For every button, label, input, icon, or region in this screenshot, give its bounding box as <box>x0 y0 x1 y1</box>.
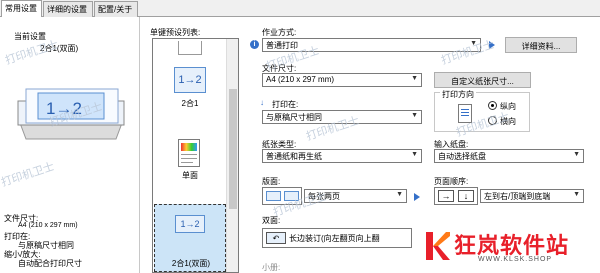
orientation-label: 打印方向 <box>440 89 476 100</box>
tab-bar: 常用设置 详细的设置 配置/关于 <box>0 0 600 18</box>
preset-item-label: 2合1 <box>181 99 199 108</box>
two-in-one-duplex-icon: 1→2 <box>175 215 205 233</box>
layout-select[interactable]: 每张两页 ▼ <box>304 189 407 203</box>
preset-item-2in1[interactable]: 1→2 2合1 <box>154 63 226 133</box>
layout-label: 版面: <box>262 177 281 186</box>
expand-arrow-icon[interactable] <box>489 41 495 49</box>
paper-size-value: A4 (210 x 297 mm) <box>266 75 335 84</box>
portrait-page-icon <box>458 104 472 123</box>
chevron-down-icon: ▼ <box>396 191 403 198</box>
preset-item-blank[interactable] <box>154 41 226 59</box>
tab-detailed-settings[interactable]: 详细的设置 <box>43 1 93 17</box>
chevron-down-icon: ▼ <box>573 151 580 158</box>
page-order-label: 页面顺序: <box>434 177 469 186</box>
preset-list-title: 单键预设列表: <box>150 28 201 37</box>
brand-url: WWW.KLSK.SHOP <box>478 256 553 263</box>
duplex-label: 双面: <box>262 216 281 225</box>
duplex-long-edge-icon: ↶ <box>266 232 286 244</box>
chevron-down-icon: ▼ <box>411 75 418 82</box>
preset-item-single[interactable]: 单面 <box>154 133 226 203</box>
preset-item-label: 2合1(双面) <box>171 259 211 268</box>
landscape-label: 横向 <box>500 117 516 126</box>
duplex-value: 长边装订(向左翻页向上翻 <box>289 234 380 243</box>
tab-common-settings[interactable]: 常用设置 <box>1 0 42 18</box>
brand-k-icon <box>426 232 450 260</box>
brand-logo: 狂岚软件站 WWW.KLSK.SHOP <box>418 222 600 273</box>
svg-text:1→2: 1→2 <box>46 99 82 118</box>
page-order-value: 左到右/顶端到底端 <box>484 192 551 201</box>
layout-value: 每张两页 <box>308 192 340 201</box>
portrait-label: 纵向 <box>500 102 516 111</box>
preset-list-scrollbar[interactable] <box>226 39 238 272</box>
job-select[interactable]: 普通打印 ▼ <box>262 38 481 52</box>
paper-source-select[interactable]: 自动选择纸盘 ▼ <box>434 149 584 163</box>
preset-name: 2合1(双面) <box>40 44 79 53</box>
job-label: 作业方式: <box>262 28 297 37</box>
preset-item-label: 单面 <box>182 171 198 180</box>
paper-size-select[interactable]: A4 (210 x 297 mm) ▼ <box>262 73 422 87</box>
summary-paper-size-value: A4 (210 x 297 mm) <box>18 222 78 229</box>
layout-two-per-page-icon <box>262 187 302 205</box>
blank-page-icon <box>178 41 202 55</box>
single-sided-icon <box>178 139 200 167</box>
duplex-select[interactable]: ↶ 长边装订(向左翻页向上翻 <box>262 228 412 248</box>
print-on-value: 与原稿尺寸相同 <box>266 113 322 122</box>
preset-list[interactable]: 1→2 2合1 单面 1→2 2合1(双面) <box>152 38 239 273</box>
layout-preview: 1→2 <box>16 83 126 147</box>
summary-scale-value: 自动配合打印尺寸 <box>18 259 82 268</box>
paper-type-select[interactable]: 普通纸和再生纸 ▼ <box>262 149 422 163</box>
print-on-label: 打印在: <box>272 100 299 109</box>
info-icon[interactable]: i <box>250 40 259 49</box>
landscape-radio[interactable] <box>488 116 497 125</box>
chevron-down-icon: ▼ <box>411 112 418 119</box>
page-order-select[interactable]: 左到右/顶端到底端 ▼ <box>480 189 584 203</box>
print-on-arrow-icon: ↓ <box>260 98 264 107</box>
job-value: 普通打印 <box>266 41 298 50</box>
custom-paper-size-button[interactable]: 自定义纸张尺寸... <box>434 72 531 88</box>
chevron-down-icon: ▼ <box>573 191 580 198</box>
two-in-one-icon: 1→2 <box>174 67 206 93</box>
chevron-down-icon: ▼ <box>470 40 477 47</box>
page-order-icon: → ↓ <box>434 187 478 205</box>
paper-source-value: 自动选择纸盘 <box>438 152 486 161</box>
preset-item-2in1-duplex[interactable]: 1→2 2合1(双面) <box>154 204 226 272</box>
scrollbar-thumb[interactable] <box>229 89 237 209</box>
duplex-preview-icon: 1→2 <box>17 88 125 140</box>
details-button[interactable]: 详细资料... <box>505 37 577 53</box>
booklet-label: 小册: <box>262 263 281 272</box>
current-settings-label: 当前设置 <box>14 32 46 41</box>
paper-type-value: 普通纸和再生纸 <box>266 152 322 161</box>
expand-arrow-icon[interactable] <box>414 193 420 201</box>
chevron-down-icon: ▼ <box>411 151 418 158</box>
print-on-select[interactable]: 与原稿尺寸相同 ▼ <box>262 110 422 124</box>
current-settings-panel: 当前设置 2合1(双面) 1→2 文件尺寸: A4 (210 x 297 mm)… <box>0 17 140 273</box>
portrait-radio[interactable] <box>488 101 497 110</box>
tab-config-about[interactable]: 配置/关于 <box>94 1 138 17</box>
